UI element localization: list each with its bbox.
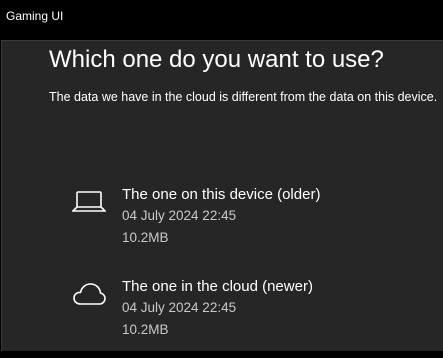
title-bar: Gaming UI	[0, 0, 443, 36]
option-cloud[interactable]: The one in the cloud (newer) 04 July 202…	[60, 278, 430, 358]
option-size: 10.2MB	[122, 230, 169, 245]
cloud-icon	[73, 283, 106, 305]
option-label: The one in the cloud (newer)	[122, 278, 313, 295]
option-date: 04 July 2024 22:45	[122, 300, 237, 315]
dialog-description: The data we have in the cloud is differe…	[49, 90, 438, 104]
option-size: 10.2MB	[122, 322, 169, 337]
window-title: Gaming UI	[6, 9, 64, 23]
option-label: The one on this device (older)	[122, 186, 321, 203]
option-local-device[interactable]: The one on this device (older) 04 July 2…	[60, 186, 430, 266]
laptop-icon	[72, 191, 106, 212]
option-date: 04 July 2024 22:45	[122, 208, 237, 223]
dialog-heading: Which one do you want to use?	[49, 46, 384, 73]
